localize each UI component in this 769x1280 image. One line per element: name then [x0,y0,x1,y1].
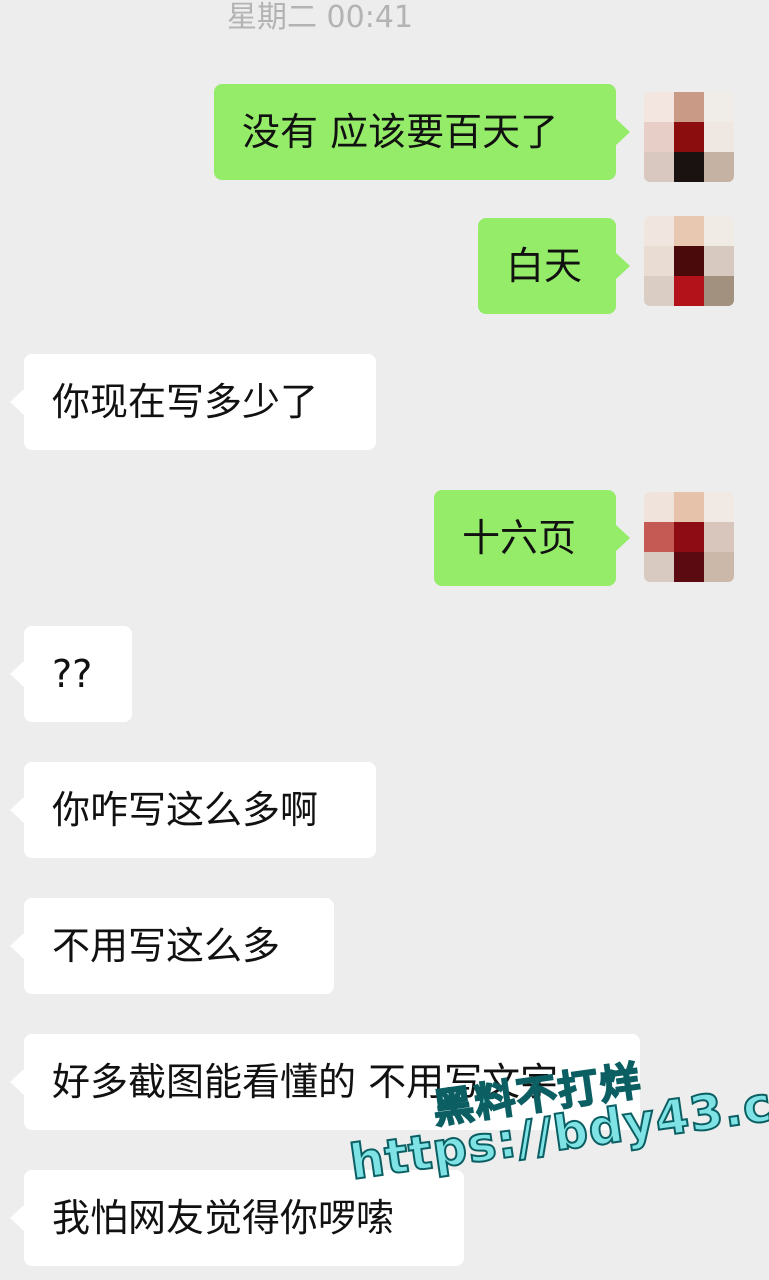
outgoing-message-bubble[interactable]: 十六页 [434,490,630,586]
bottom-edge [0,1268,769,1280]
user-avatar[interactable] [644,92,734,182]
incoming-message-bubble[interactable]: 你咋写这么多啊 [10,762,376,858]
incoming-message-bubble[interactable]: 你现在写多少了 [10,354,376,450]
incoming-message-bubble[interactable]: 不用写这么多 [10,898,334,994]
outgoing-message-bubble[interactable]: 没有 应该要百天了 [214,84,630,180]
incoming-message-bubble[interactable]: ?? [10,626,132,722]
user-avatar[interactable] [644,216,734,306]
outgoing-message-bubble[interactable]: 白天 [478,218,630,314]
chat-area: 星期二 00:41 没有 应该要百天了 白天 你现在写多少了 十六页 ?? 你咋… [0,0,769,1280]
user-avatar[interactable] [644,492,734,582]
message-timestamp: 星期二 00:41 [227,0,413,35]
